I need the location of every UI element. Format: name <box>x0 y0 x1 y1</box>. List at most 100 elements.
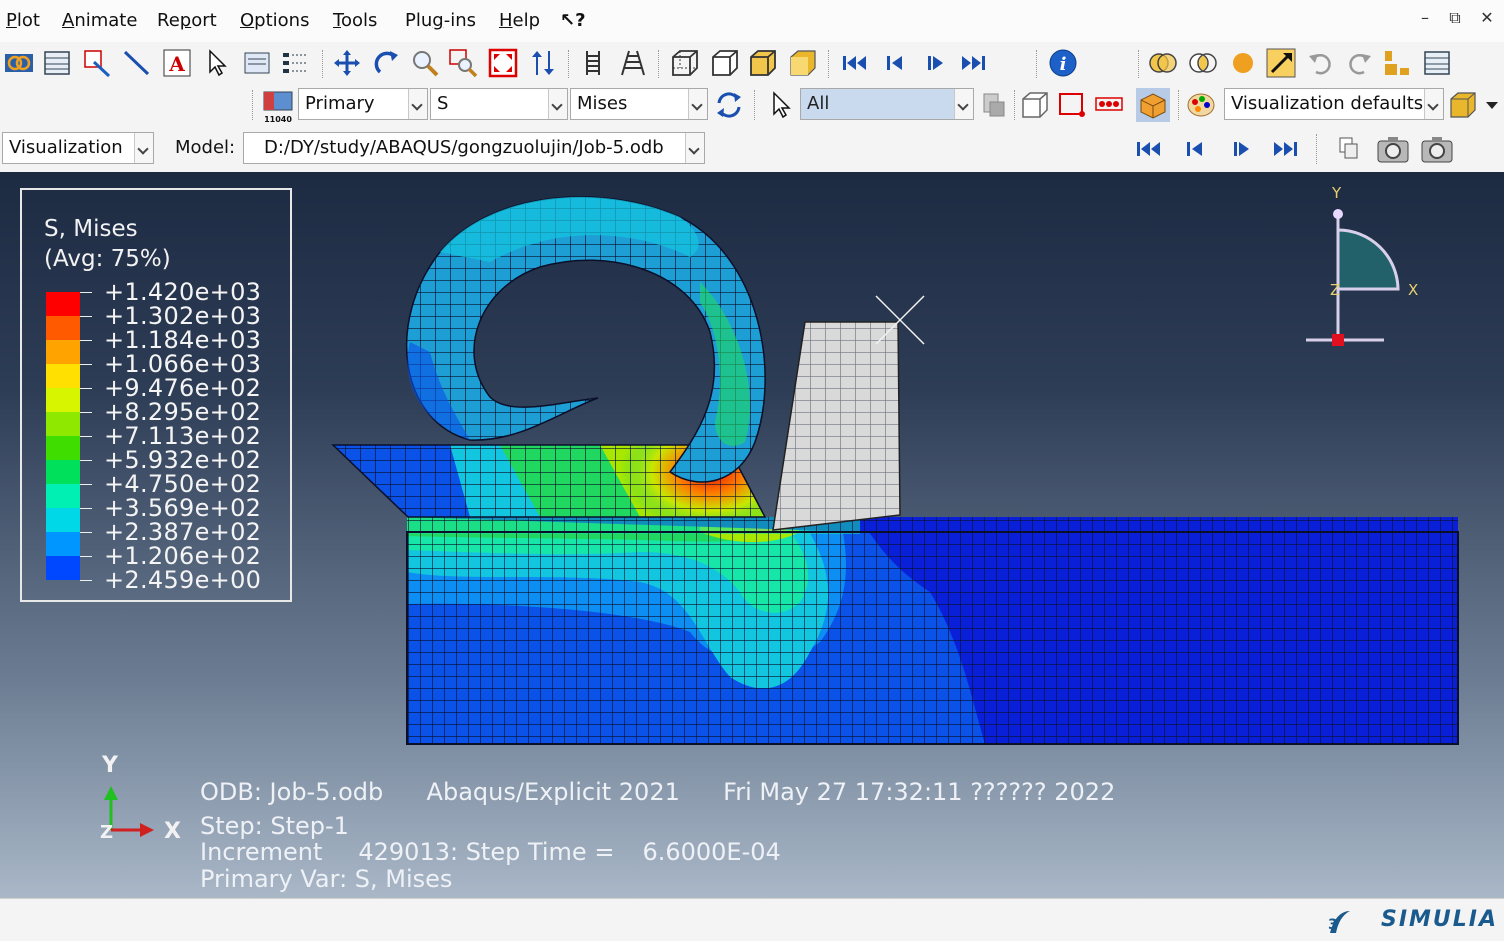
hidden-line-icon[interactable] <box>710 48 740 78</box>
first-frame-icon[interactable] <box>840 48 870 78</box>
menu-plot[interactable]: Plot <box>6 10 40 31</box>
shaded-icon[interactable] <box>788 48 818 78</box>
legend-color-band <box>46 388 80 412</box>
context-first-frame-icon[interactable] <box>1134 134 1164 164</box>
cutting-tool-mesh[interactable] <box>772 295 925 531</box>
main-toolbar: A i <box>0 42 1504 85</box>
legend-tick <box>80 436 92 437</box>
camera-icon[interactable] <box>1376 132 1410 166</box>
cycle-views-icon[interactable] <box>528 48 558 78</box>
legend-color-band <box>46 292 80 316</box>
view-part-icon[interactable] <box>1136 88 1170 122</box>
legend-value: +2.459e+00 <box>104 566 262 594</box>
zoom-icon[interactable] <box>410 48 440 78</box>
svg-text:X: X <box>164 819 181 844</box>
previous-frame-icon[interactable] <box>880 48 910 78</box>
tree-table-icon[interactable] <box>1422 48 1452 78</box>
odb-name: ODB: Job-5.odb <box>200 778 384 806</box>
menu-animate[interactable]: Animate <box>62 10 137 31</box>
menu-bar: Plot Animate Report Options Tools Plug-i… <box>0 0 1504 43</box>
info-icon[interactable]: i <box>1048 48 1078 78</box>
rotate-icon[interactable] <box>372 48 402 78</box>
wireframe-icon[interactable] <box>670 48 700 78</box>
perspective-icon[interactable] <box>618 48 648 78</box>
tool-query-icon[interactable] <box>242 48 272 78</box>
svg-text:X: X <box>1408 281 1418 299</box>
tool-arrow-icon[interactable] <box>122 48 152 78</box>
curled-chip-mesh[interactable] <box>405 196 766 483</box>
render-options-icon[interactable] <box>1448 90 1478 120</box>
viewport[interactable]: Y X Z Y X Z S, Mises (Avg: 75%) +1.420e+… <box>0 172 1504 898</box>
legend-tick <box>80 412 92 413</box>
viewport-copy-icon[interactable] <box>1334 134 1364 164</box>
undo-icon[interactable] <box>1306 48 1336 78</box>
node-select-icon[interactable] <box>1094 90 1124 120</box>
legend-tick <box>80 292 92 293</box>
legend-color-band <box>46 484 80 508</box>
invariant-select[interactable]: Mises <box>570 88 708 120</box>
toolbar-overflow-icon[interactable] <box>1482 90 1502 120</box>
increment-value: 429013: Step Time = <box>358 838 615 866</box>
context-last-frame-icon[interactable] <box>1270 134 1300 164</box>
tool-text-edit-icon[interactable] <box>82 48 112 78</box>
tool-select-pointer-icon[interactable] <box>202 48 232 78</box>
box-select-icon[interactable] <box>1056 90 1086 120</box>
menu-report[interactable]: Report <box>157 10 217 31</box>
menu-tools[interactable]: Tools <box>333 10 377 31</box>
layout-icon[interactable] <box>1382 48 1412 78</box>
filled-icon[interactable] <box>748 48 778 78</box>
selection-options-icon[interactable] <box>980 90 1010 120</box>
svg-text:Z: Z <box>100 822 113 843</box>
tool-table-icon[interactable] <box>42 48 72 78</box>
status-bar: 3 SIMULIA <box>0 898 1504 941</box>
sphere-icon[interactable] <box>1228 48 1258 78</box>
color-code-icon[interactable] <box>1186 90 1216 120</box>
legend-color-band <box>46 508 80 532</box>
contour-legend: S, Mises (Avg: 75%) +1.420e+03 +1.302e+03… <box>20 188 292 602</box>
context-next-frame-icon[interactable] <box>1226 134 1256 164</box>
minimize-icon[interactable]: – <box>1414 8 1436 30</box>
module-select[interactable]: Visualization <box>2 132 154 164</box>
simulia-logo-icon: 3 <box>1328 911 1350 933</box>
menu-options[interactable]: Options <box>240 10 309 31</box>
camera-options-icon[interactable] <box>1420 132 1454 166</box>
last-frame-icon[interactable] <box>958 48 988 78</box>
menu-help[interactable]: Help <box>499 10 540 31</box>
overlay-union-icon[interactable] <box>1148 48 1178 78</box>
pan-icon[interactable] <box>332 48 362 78</box>
workpiece-mesh[interactable] <box>406 517 1459 745</box>
increment-label: Increment <box>200 838 323 866</box>
selection-filter-select[interactable]: All <box>800 88 974 120</box>
svg-text:11040: 11040 <box>264 115 292 124</box>
tool-list-icon[interactable] <box>280 48 310 78</box>
output-position-select[interactable]: Primary <box>298 88 428 120</box>
close-icon[interactable]: ✕ <box>1476 8 1498 30</box>
menu-plugins[interactable]: Plug-ins <box>405 10 476 31</box>
whats-this-help-icon[interactable]: ↖? <box>560 10 586 31</box>
legend-color-band <box>46 460 80 484</box>
selection-pointer-icon[interactable] <box>766 90 796 120</box>
context-previous-frame-icon[interactable] <box>1180 134 1210 164</box>
overlay-intersect-icon[interactable] <box>1188 48 1218 78</box>
legend-color-band <box>46 316 80 340</box>
box-zoom-icon[interactable] <box>448 48 478 78</box>
tool-display-group-icon[interactable] <box>4 48 34 78</box>
step-time-value: 6.6000E-04 <box>642 838 781 866</box>
next-frame-icon[interactable] <box>920 48 950 78</box>
solver-version: Abaqus/Explicit 2021 <box>426 778 680 806</box>
model-select[interactable]: D:/DY/study/ABAQUS/gongzuolujin/Job-5.od… <box>243 132 705 164</box>
svg-text:Y: Y <box>1331 184 1342 202</box>
field-output-icon[interactable]: 11040 <box>260 88 296 124</box>
legend-tick <box>80 364 92 365</box>
refresh-icon[interactable] <box>714 90 744 120</box>
legend-averaging: (Avg: 75%) <box>44 246 171 272</box>
redo-icon[interactable] <box>1344 48 1374 78</box>
restore-icon[interactable]: ⧉ <box>1444 8 1466 30</box>
field-variable-select[interactable]: S <box>430 88 568 120</box>
display-group-replace-icon[interactable] <box>1020 90 1050 120</box>
render-style-icon[interactable] <box>578 48 608 78</box>
auto-fit-icon[interactable] <box>488 48 518 78</box>
color-code-select[interactable]: Visualization defaults <box>1224 88 1444 120</box>
display-tool-icon[interactable] <box>1266 48 1296 78</box>
tool-text-annotation-icon[interactable]: A <box>162 48 192 78</box>
